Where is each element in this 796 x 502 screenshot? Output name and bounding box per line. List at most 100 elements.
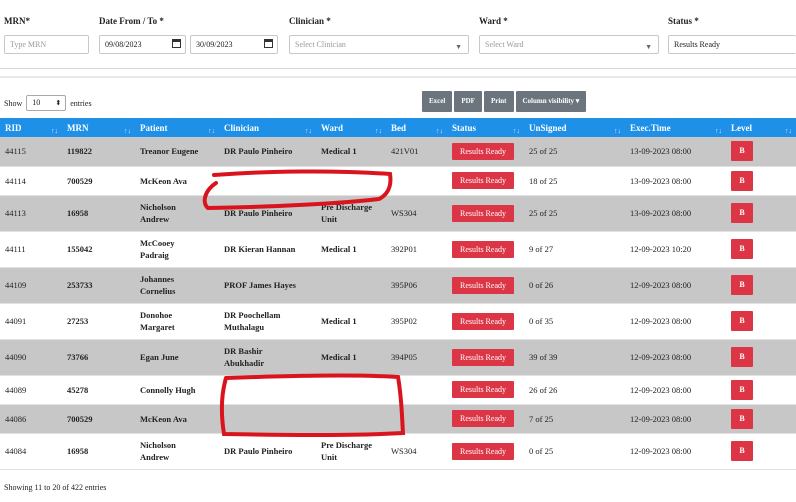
excel-button[interactable]: Excel: [422, 91, 453, 112]
chevron-down-icon: ▼: [645, 43, 652, 51]
table-row[interactable]: 44090 73766 Egan June DR Bashir Abukhadir Me…: [0, 339, 796, 376]
export-buttons: Excel PDF Print Column visibility ▾: [422, 91, 587, 112]
status-badge[interactable]: Results Ready: [452, 381, 514, 398]
column-header[interactable]: UnSigned ↑↓: [524, 118, 625, 137]
cell-unsigned: 0 of 25: [524, 433, 625, 470]
column-header[interactable]: Clinician ↑↓: [219, 118, 316, 137]
cell-level: B: [726, 303, 796, 340]
cell-mrn: 27253: [62, 303, 135, 340]
table-row[interactable]: 44111 155042 McCooey Padraig DR Kieran Hann…: [0, 231, 796, 268]
column-visibility-button[interactable]: Column visibility ▾: [515, 91, 587, 112]
cell-ward: [316, 404, 386, 434]
status-badge[interactable]: Results Ready: [452, 276, 514, 294]
cell-mrn: 119822: [62, 137, 135, 167]
status-select[interactable]: Results Ready: [668, 35, 796, 54]
cell-clinician: DR Kieran Hannan: [219, 231, 316, 268]
status-badge[interactable]: Results Ready: [452, 410, 514, 427]
table-row[interactable]: 44086 700529 McKeon Ava Results Ready 7 of 2…: [0, 404, 796, 434]
table-row[interactable]: 44091 27253 Donohoe Margaret DR Poochellam …: [0, 303, 796, 340]
column-header[interactable]: Level ↑↓: [726, 118, 796, 137]
cell-rid: 44111: [0, 231, 62, 268]
level-button[interactable]: B: [731, 203, 753, 223]
calendar-icon[interactable]: [172, 39, 181, 48]
date-from-input[interactable]: 09/08/2023: [99, 35, 186, 54]
level-button[interactable]: B: [731, 408, 753, 429]
status-label: Status *: [668, 16, 699, 26]
results-table: RID ↑↓ MRN ↑↓ Patient ↑↓ Clinician ↑↓ Ward ↑↓ Bed ↑…: [0, 118, 796, 470]
column-header[interactable]: Ward ↑↓: [316, 118, 386, 137]
ward-select[interactable]: Select Ward ▼: [479, 35, 659, 54]
level-button[interactable]: B: [731, 311, 753, 331]
cell-mrn: 253733: [62, 267, 135, 304]
cell-ward: Medical 1: [316, 231, 386, 268]
cell-mrn: 16958: [62, 433, 135, 470]
cell-ward: Medical 1: [316, 137, 386, 167]
column-header[interactable]: Exec.Time ↑↓: [625, 118, 726, 137]
status-badge[interactable]: Results Ready: [452, 142, 514, 160]
table-row[interactable]: 44113 16958 Nicholson Andrew DR Paulo Pinhe…: [0, 195, 796, 232]
level-button[interactable]: B: [731, 441, 753, 461]
chevron-updown-icon: ⬍: [55, 99, 62, 107]
cell-mrn: 700529: [62, 404, 135, 434]
calendar-icon[interactable]: [264, 39, 273, 48]
cell-unsigned: 9 of 27: [524, 231, 625, 268]
cell-rid: 44114: [0, 166, 62, 196]
column-header[interactable]: MRN ↑↓: [62, 118, 135, 137]
table-row[interactable]: 44089 45278 Connolly Hugh Results Ready 26 o…: [0, 375, 796, 405]
level-button[interactable]: B: [731, 379, 753, 400]
cell-bed: 395P06: [386, 267, 447, 304]
cell-patient: McKeon Ava: [135, 166, 219, 196]
cell-bed: 394P05: [386, 339, 447, 376]
table-row[interactable]: 44109 253733 Johannes Cornelius PROF James …: [0, 267, 796, 304]
cell-exec: 12-09-2023 08:00: [625, 433, 726, 470]
column-header[interactable]: RID ↑↓: [0, 118, 62, 137]
column-header[interactable]: Status ↑↓: [447, 118, 524, 137]
status-badge[interactable]: Results Ready: [452, 204, 514, 222]
ward-label: Ward *: [479, 16, 508, 26]
cell-ward: Medical 1: [316, 303, 386, 340]
cell-exec: 12-09-2023 08:00: [625, 303, 726, 340]
cell-level: B: [726, 375, 796, 405]
sort-icon: ↑↓: [375, 127, 382, 135]
cell-clinician: DR Bashir Abukhadir: [219, 339, 316, 376]
cell-rid: 44091: [0, 303, 62, 340]
table-row[interactable]: 44115 119822 Treanor Eugene DR Paulo Pinhei…: [0, 137, 796, 167]
cell-exec: 12-09-2023 08:00: [625, 375, 726, 405]
sort-icon: ↑↓: [51, 127, 58, 135]
cell-rid: 44090: [0, 339, 62, 376]
status-badge[interactable]: Results Ready: [452, 442, 514, 460]
table-row[interactable]: 44084 16958 Nicholson Andrew DR Paulo Pinhe…: [0, 433, 796, 470]
status-badge[interactable]: Results Ready: [452, 172, 514, 189]
cell-status: Results Ready: [447, 303, 524, 340]
sort-icon: ↑↓: [614, 127, 621, 135]
column-header[interactable]: Patient ↑↓: [135, 118, 219, 137]
level-button[interactable]: B: [731, 275, 753, 295]
cell-patient: Donohoe Margaret: [135, 303, 219, 340]
cell-patient: Treanor Eugene: [135, 137, 219, 167]
date-to-input[interactable]: 30/09/2023: [190, 35, 278, 54]
table-row[interactable]: 44114 700529 McKeon Ava Results Ready 18 of …: [0, 166, 796, 196]
table-header-row: RID ↑↓ MRN ↑↓ Patient ↑↓ Clinician ↑↓ Ward ↑↓ Bed ↑…: [0, 118, 796, 137]
print-button[interactable]: Print: [483, 91, 514, 112]
level-button[interactable]: B: [731, 141, 753, 162]
cell-unsigned: 25 of 25: [524, 195, 625, 232]
page-length-select[interactable]: 10 ⬍: [26, 95, 67, 111]
level-button[interactable]: B: [731, 239, 753, 259]
cell-mrn: 155042: [62, 231, 135, 268]
status-badge[interactable]: Results Ready: [452, 240, 514, 258]
level-button[interactable]: B: [731, 347, 753, 367]
pdf-button[interactable]: PDF: [454, 91, 482, 112]
date-range-label: Date From / To *: [99, 16, 164, 26]
divider: [0, 76, 796, 78]
status-badge[interactable]: Results Ready: [452, 312, 514, 330]
clinician-select[interactable]: Select Clinician ▼: [289, 35, 469, 54]
mrn-input[interactable]: Type MRN: [4, 35, 89, 54]
status-badge[interactable]: Results Ready: [452, 348, 514, 366]
column-header[interactable]: Bed ↑↓: [386, 118, 447, 137]
cell-level: B: [726, 433, 796, 470]
cell-level: B: [726, 231, 796, 268]
level-button[interactable]: B: [731, 170, 753, 191]
cell-unsigned: 18 of 25: [524, 166, 625, 196]
cell-patient: Egan June: [135, 339, 219, 376]
sort-icon: ↑↓: [436, 127, 443, 135]
